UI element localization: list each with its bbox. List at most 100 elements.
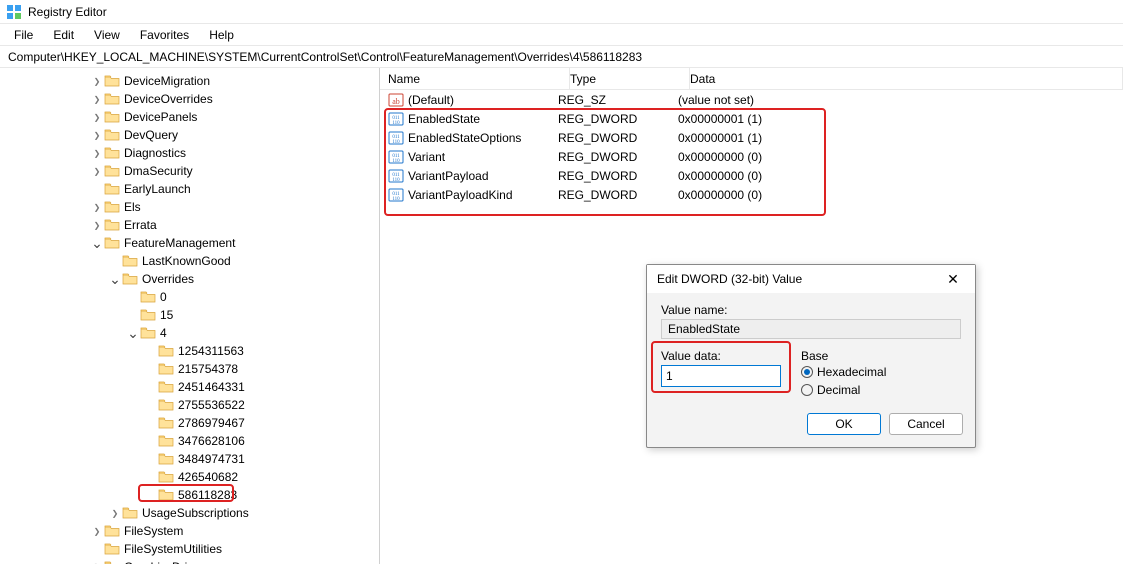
tree-item[interactable]: ❯GraphicsDrivers <box>0 558 379 564</box>
svg-text:ab: ab <box>392 97 400 106</box>
menu-file[interactable]: File <box>4 28 43 42</box>
tree-item-label: 215754378 <box>178 362 238 376</box>
string-value-icon: ab <box>388 92 404 108</box>
tree-item[interactable]: ❯DevicePanels <box>0 108 379 126</box>
value-row[interactable]: 011110VariantPayloadKindREG_DWORD0x00000… <box>380 185 1123 204</box>
tree-item[interactable]: ❯DeviceOverrides <box>0 90 379 108</box>
value-row[interactable]: 011110EnabledStateOptionsREG_DWORD0x0000… <box>380 128 1123 147</box>
tree-item[interactable]: ·426540682 <box>0 468 379 486</box>
value-row[interactable]: 011110EnabledStateREG_DWORD0x00000001 (1… <box>380 109 1123 128</box>
tree-item[interactable]: ❯DevQuery <box>0 126 379 144</box>
chevron-right-icon: · <box>144 364 158 375</box>
menubar: File Edit View Favorites Help <box>0 24 1123 46</box>
chevron-right-icon: · <box>144 436 158 447</box>
menu-help[interactable]: Help <box>199 28 244 42</box>
dword-value-icon: 011110 <box>388 168 404 184</box>
tree-item[interactable]: ❯Diagnostics <box>0 144 379 162</box>
value-name-field: EnabledState <box>661 319 961 339</box>
menu-view[interactable]: View <box>84 28 130 42</box>
tree-item[interactable]: ·586118283 <box>0 486 379 504</box>
folder-icon <box>140 326 156 340</box>
tree-item-label: Overrides <box>142 272 194 286</box>
value-type: REG_DWORD <box>558 150 678 164</box>
tree-item[interactable]: ⌄FeatureManagement <box>0 234 379 252</box>
tree-item[interactable]: ❯ DeviceMigration <box>0 72 379 90</box>
chevron-right-icon[interactable]: ❯ <box>90 113 104 122</box>
ok-button[interactable]: OK <box>807 413 881 435</box>
list-header[interactable]: Name Type Data <box>380 68 1123 90</box>
chevron-right-icon[interactable]: ❯ <box>90 77 104 86</box>
col-data[interactable]: Data <box>690 68 1123 89</box>
svg-text:110: 110 <box>392 121 400 126</box>
base-label: Base <box>801 349 886 363</box>
chevron-right-icon[interactable]: ❯ <box>90 167 104 176</box>
folder-icon <box>158 362 174 376</box>
radio-hex-label: Hexadecimal <box>817 365 886 379</box>
radio-hex[interactable]: Hexadecimal <box>801 365 886 379</box>
close-icon[interactable]: ✕ <box>941 267 965 291</box>
cancel-button[interactable]: Cancel <box>889 413 963 435</box>
value-row[interactable]: 011110VariantREG_DWORD0x00000000 (0) <box>380 147 1123 166</box>
tree-item[interactable]: · 1254311563 <box>0 342 379 360</box>
chevron-down-icon[interactable]: ⌄ <box>90 238 104 248</box>
tree-item[interactable]: ·EarlyLaunch <box>0 180 379 198</box>
folder-icon <box>158 380 174 394</box>
value-type: REG_DWORD <box>558 169 678 183</box>
chevron-right-icon[interactable]: ❯ <box>90 95 104 104</box>
folder-icon <box>158 344 174 358</box>
tree-item[interactable]: ❯Errata <box>0 216 379 234</box>
address-bar[interactable]: Computer\HKEY_LOCAL_MACHINE\SYSTEM\Curre… <box>0 46 1123 68</box>
folder-icon <box>104 236 120 250</box>
menu-edit[interactable]: Edit <box>43 28 84 42</box>
value-type: REG_DWORD <box>558 131 678 145</box>
chevron-right-icon: · <box>144 346 158 357</box>
tree-item[interactable]: ·2786979467 <box>0 414 379 432</box>
tree-item[interactable]: ·2451464331 <box>0 378 379 396</box>
radio-dec[interactable]: Decimal <box>801 383 886 397</box>
menu-favorites[interactable]: Favorites <box>130 28 199 42</box>
window-title: Registry Editor <box>28 5 107 19</box>
dword-value-icon: 011110 <box>388 111 404 127</box>
chevron-right-icon[interactable]: ❯ <box>90 131 104 140</box>
chevron-down-icon[interactable]: ⌄ <box>126 328 140 338</box>
dialog-titlebar[interactable]: Edit DWORD (32-bit) Value ✕ <box>647 265 975 293</box>
chevron-right-icon[interactable]: ❯ <box>90 527 104 536</box>
tree-item[interactable]: ·3476628106 <box>0 432 379 450</box>
chevron-right-icon[interactable]: ❯ <box>90 149 104 158</box>
chevron-right-icon: · <box>144 454 158 465</box>
value-data: 0x00000000 (0) <box>678 150 1123 164</box>
folder-icon <box>104 218 120 232</box>
tree-item[interactable]: ❯UsageSubscriptions <box>0 504 379 522</box>
tree-item-label: 1254311563 <box>178 344 244 358</box>
edit-dword-dialog: Edit DWORD (32-bit) Value ✕ Value name: … <box>646 264 976 448</box>
col-type[interactable]: Type <box>570 68 690 89</box>
tree-item[interactable]: ❯Els <box>0 198 379 216</box>
tree-item[interactable]: ·0 <box>0 288 379 306</box>
folder-icon <box>158 470 174 484</box>
value-row[interactable]: 011110VariantPayloadREG_DWORD0x00000000 … <box>380 166 1123 185</box>
value-data-input[interactable] <box>661 365 781 387</box>
tree-item-label: FileSystem <box>124 524 183 538</box>
tree-item[interactable]: ❯ FileSystem <box>0 522 379 540</box>
chevron-down-icon[interactable]: ⌄ <box>108 274 122 284</box>
tree-item[interactable]: ·FileSystemUtilities <box>0 540 379 558</box>
chevron-right-icon[interactable]: ❯ <box>90 221 104 230</box>
tree-item[interactable]: ·15 <box>0 306 379 324</box>
chevron-right-icon[interactable]: ❯ <box>108 509 122 518</box>
chevron-right-icon[interactable]: ❯ <box>90 203 104 212</box>
tree-item[interactable]: ⌄4 <box>0 324 379 342</box>
value-name: (Default) <box>408 93 454 107</box>
tree-item-label: 426540682 <box>178 470 238 484</box>
folder-icon <box>104 74 120 88</box>
tree-item[interactable]: ·LastKnownGood <box>0 252 379 270</box>
tree-item[interactable]: ❯DmaSecurity <box>0 162 379 180</box>
svg-text:110: 110 <box>392 178 400 183</box>
tree-item[interactable]: · 215754378 <box>0 360 379 378</box>
tree-item[interactable]: ·2755536522 <box>0 396 379 414</box>
tree-pane[interactable]: ❯ DeviceMigration ❯DeviceOverrides❯DeviceP… <box>0 68 380 564</box>
tree-item[interactable]: ·3484974731 <box>0 450 379 468</box>
value-row[interactable]: ab(Default)REG_SZ(value not set) <box>380 90 1123 109</box>
tree-item[interactable]: ⌄ Overrides <box>0 270 379 288</box>
col-name[interactable]: Name <box>380 68 570 89</box>
tree-item-label: DeviceMigration <box>124 74 210 88</box>
